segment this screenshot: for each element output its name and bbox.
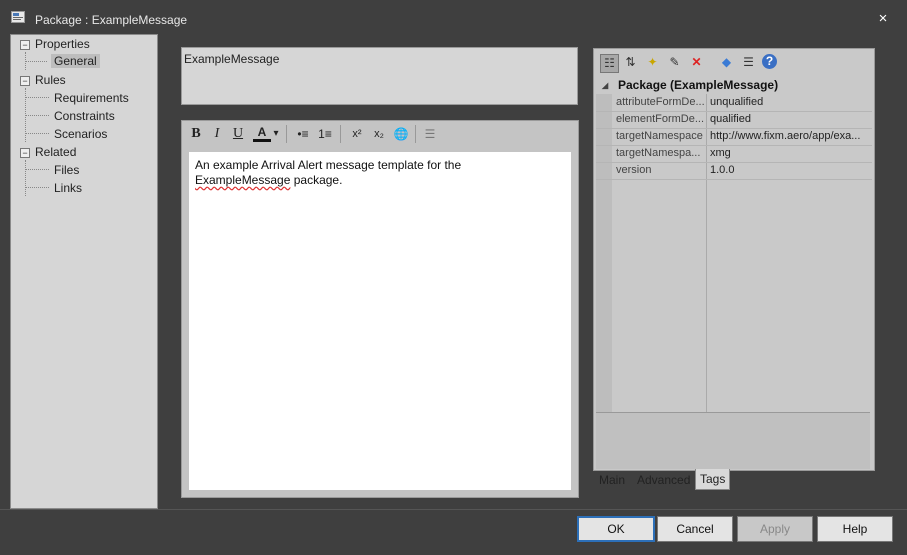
property-key: targetNamespa... [616,147,701,159]
tree-connector [25,115,49,116]
tab-tags[interactable]: Tags [695,469,731,490]
toolbar-separator [340,125,341,143]
filter-icon[interactable]: ☰ [740,54,757,71]
property-description-pane [596,412,870,469]
superscript-icon[interactable]: x² [348,125,366,143]
notes-line-1: An example Arrival Alert message templat… [195,158,462,172]
tree-connector [25,169,49,170]
misspelled-word: ExampleMessage [195,173,291,187]
property-key: attributeFormDe... [616,96,705,108]
property-value[interactable]: http://www.fixm.aero/app/exa... [710,128,868,145]
tree-item-files[interactable]: Files [54,162,79,178]
chevron-down-icon[interactable]: ▾ [271,125,281,143]
name-field[interactable]: ExampleMessage [181,47,578,105]
tab-advanced[interactable]: Advanced [633,470,694,490]
tree-item-label: Scenarios [54,127,108,141]
tree-item-label: Constraints [54,109,115,123]
tree-item-label: Properties [35,37,90,51]
expand-triangle-icon[interactable]: ◢ [602,77,608,94]
property-row[interactable]: attributeFormDe... unqualified [596,94,872,112]
toolbar-separator [286,125,287,143]
tree-item-links[interactable]: Links [54,180,82,196]
tree-connector [25,187,49,188]
subscript-icon[interactable]: x₂ [370,125,388,143]
categorized-icon[interactable]: ☷ [600,54,619,73]
edit-tag-icon[interactable]: ✎ [666,54,683,71]
help-icon[interactable]: ? [762,54,777,69]
italic-button[interactable]: I [208,125,226,143]
underline-button[interactable]: U [229,125,247,143]
properties-tabs: Main Advanced Tags [593,469,873,490]
cancel-button[interactable]: Cancel [657,516,733,542]
delete-icon[interactable]: ✕ [688,54,705,71]
collapse-icon[interactable]: − [20,40,30,50]
property-row[interactable]: version 1.0.0 [596,162,872,180]
property-key: version [616,164,652,176]
tree-item-label: Links [54,181,83,195]
tree-item-related[interactable]: Related [35,144,76,160]
tree-item-scenarios[interactable]: Scenarios [54,126,107,142]
tree-item-general[interactable]: General [51,53,100,69]
notes-line-2: package. [290,173,343,187]
collapse-icon[interactable]: − [20,76,30,86]
property-value[interactable]: unqualified [710,94,868,111]
tree-connector [25,133,49,134]
hyperlink-icon[interactable]: 🌐 [392,125,410,143]
footer-divider [0,509,907,510]
title-bar: Package : ExampleMessage × [0,0,907,34]
tree-item-label: Rules [35,73,66,87]
help-button[interactable]: Help [817,516,893,542]
close-icon[interactable]: × [874,10,892,28]
bullet-list-icon[interactable]: •≡ [294,125,312,143]
tree-connector [25,160,26,196]
property-value[interactable]: xmg [710,145,868,162]
properties-toolbar: ☷ ⇅ ✦ ✎ ✕ ◆ ☰ ? [594,49,874,77]
tag-icon[interactable]: ◆ [718,54,735,71]
property-value[interactable]: qualified [710,111,868,128]
property-row[interactable]: targetNamespace http://www.fixm.aero/app… [596,128,872,146]
apply-button[interactable]: Apply [737,516,813,542]
navigation-tree: − Properties General − Rules Requirement… [10,34,158,509]
new-tag-icon[interactable]: ✦ [644,54,661,71]
section-title: Package (ExampleMessage) [618,78,779,92]
package-dialog-icon [11,11,25,23]
tab-main[interactable]: Main [595,470,629,490]
tree-item-properties[interactable]: Properties [35,36,90,52]
tree-item-rules[interactable]: Rules [35,72,66,88]
document-icon[interactable]: ☰ [421,125,439,143]
property-row[interactable]: elementFormDe... qualified [596,111,872,129]
tree-connector [25,97,49,98]
tree-item-requirements[interactable]: Requirements [54,90,129,106]
tree-item-label: Related [35,145,77,159]
tree-connector [25,61,47,62]
name-field-value: ExampleMessage [184,52,280,66]
numbered-list-icon[interactable]: 1≡ [316,125,334,143]
editor-toolbar: B I U A ▾ •≡ 1≡ x² x₂ 🌐 ☰ [182,121,578,148]
tree-item-label: Files [54,163,80,177]
properties-panel: ☷ ⇅ ✦ ✎ ✕ ◆ ☰ ? ◢ Package (ExampleMessag… [593,48,875,471]
tree-item-label: Requirements [54,91,129,105]
window-title: Package : ExampleMessage [35,13,188,27]
property-row[interactable]: targetNamespa... xmg [596,145,872,163]
property-key: targetNamespace [616,130,703,142]
property-section-header[interactable]: ◢ Package (ExampleMessage) [596,77,872,94]
toolbar-separator [415,125,416,143]
notes-text: An example Arrival Alert message templat… [195,158,555,188]
sort-alpha-icon[interactable]: ⇅ [622,54,639,71]
ok-button[interactable]: OK [577,516,655,542]
bold-button[interactable]: B [187,125,205,143]
notes-editor: B I U A ▾ •≡ 1≡ x² x₂ 🌐 ☰ An example Arr… [181,120,579,498]
property-key: elementFormDe... [616,113,705,125]
property-value[interactable]: 1.0.0 [710,162,868,179]
tree-item-constraints[interactable]: Constraints [54,108,115,124]
collapse-icon[interactable]: − [20,148,30,158]
text-color-icon[interactable]: A [253,125,271,142]
notes-text-area[interactable]: An example Arrival Alert message templat… [189,152,571,490]
tree-item-label: General [51,54,100,68]
